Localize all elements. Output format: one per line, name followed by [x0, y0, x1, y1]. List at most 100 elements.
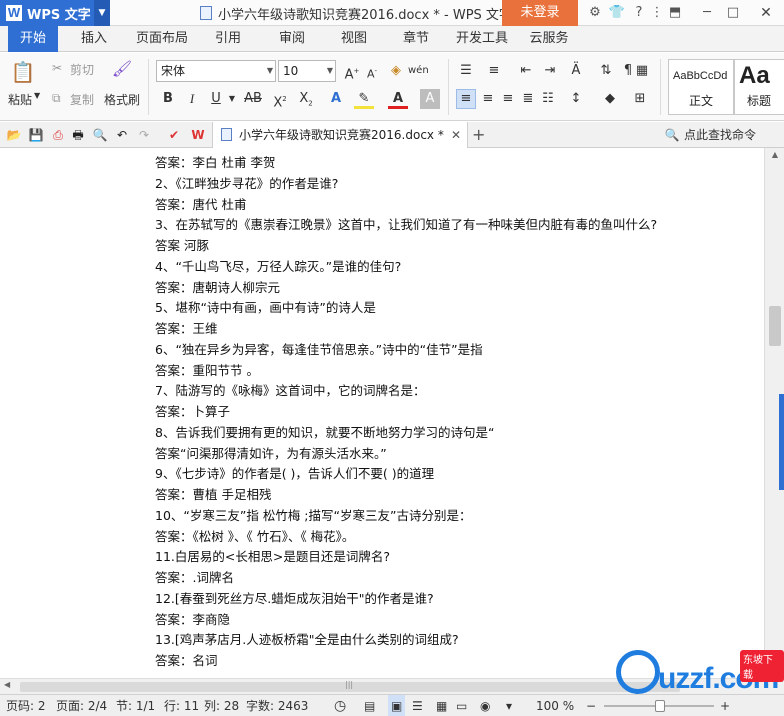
align-center-icon[interactable]: ≡: [478, 89, 498, 109]
tab-insert[interactable]: 插入: [72, 26, 116, 52]
tab-cloud[interactable]: 云服务: [524, 26, 574, 52]
status-page-no: 页码: 2: [6, 699, 46, 713]
shirt-icon[interactable]: 👕: [606, 0, 628, 26]
document-tab[interactable]: 小学六年级诗歌知识竞赛2016.docx * ✕: [212, 122, 468, 148]
align-right-icon[interactable]: ≡: [498, 89, 518, 109]
app-menu-button[interactable]: W WPS 文字 ▼: [0, 0, 110, 26]
ribbon: 📋 粘贴 ▼ ✂ 剪切 ⧉ 复制 🖌 格式刷 宋体 ▼ 10 ▼ A+ A- ◈…: [0, 53, 784, 121]
read-mode-icon[interactable]: ▭: [456, 695, 467, 716]
add-tab-icon[interactable]: +: [472, 122, 485, 148]
divider: [448, 59, 449, 115]
close-icon[interactable]: ✕: [748, 0, 784, 26]
numbered-list-icon[interactable]: ≡: [484, 61, 504, 81]
line-spacing-icon[interactable]: ↕: [566, 89, 586, 109]
document-page[interactable]: 答案：李白 杜甫 李贺 2、《江畔独步寻花》的作者是谁? 答案：唐代 杜甫 3、在苏轼…: [0, 148, 764, 678]
revision-icon[interactable]: ◷: [334, 695, 346, 716]
outline-view-icon[interactable]: ☰: [412, 695, 423, 716]
question-line: 6、“独在异乡为异客，每逢佳节倍思亲。”诗中的“佳节”是指: [155, 341, 483, 357]
tab-developer[interactable]: 开发工具: [452, 26, 512, 52]
find-command-input[interactable]: 点此查找命令: [684, 122, 756, 148]
scroll-thumb[interactable]: [769, 306, 781, 346]
copy-button[interactable]: 复制: [70, 91, 94, 108]
redo-icon[interactable]: ↷: [136, 127, 152, 143]
chevron-down-icon[interactable]: ▼: [94, 0, 110, 26]
tab-review[interactable]: 审阅: [272, 26, 312, 52]
format-painter-icon[interactable]: 🖌: [110, 59, 134, 83]
tab-references[interactable]: 引用: [208, 26, 248, 52]
cut-button[interactable]: 剪切: [70, 61, 94, 78]
tab-chapter[interactable]: 章节: [396, 26, 436, 52]
superscript-icon[interactable]: X2: [270, 89, 290, 110]
shrink-font-icon[interactable]: A-: [362, 61, 382, 81]
page-view-icon[interactable]: ▤: [364, 695, 375, 716]
format-painter-button[interactable]: 格式刷: [104, 91, 140, 108]
font-name-select[interactable]: 宋体 ▼: [156, 60, 276, 82]
justify-icon[interactable]: ≣: [518, 89, 538, 109]
minimize-icon[interactable]: ─: [696, 0, 718, 26]
decrease-indent-icon[interactable]: ⇤: [516, 61, 536, 81]
align-left-icon[interactable]: ≡: [456, 89, 476, 109]
tab-page-layout[interactable]: 页面布局: [132, 26, 192, 52]
save-icon[interactable]: 💾: [28, 127, 44, 143]
font-size-select[interactable]: 10 ▼: [278, 60, 336, 82]
shading-icon[interactable]: ◆: [600, 89, 620, 109]
open-folder-icon[interactable]: 📂: [6, 127, 22, 143]
clear-format-icon[interactable]: ◈: [386, 61, 406, 81]
increase-indent-icon[interactable]: ⇥: [540, 61, 560, 81]
zoom-level[interactable]: 100 %: [536, 695, 574, 716]
print-icon[interactable]: 🖶: [70, 127, 86, 143]
pin-icon[interactable]: ✔: [166, 127, 182, 143]
bold-icon[interactable]: B: [158, 89, 178, 109]
chinese-layout-icon[interactable]: A͏̈: [566, 61, 586, 81]
tab-home[interactable]: 开始: [8, 26, 58, 52]
answer-line: 答案“问渠那得清如许，为有源头活水来。”: [155, 445, 387, 461]
skin-icon[interactable]: ⚙: [584, 0, 606, 26]
search-icon[interactable]: 🔍: [664, 127, 680, 143]
document-tab-title: 小学六年级诗歌知识竞赛2016.docx *: [239, 128, 444, 142]
zoom-out-icon[interactable]: −: [586, 695, 596, 716]
paste-button[interactable]: 粘贴: [8, 91, 32, 108]
print-preview-icon[interactable]: 🔍: [92, 127, 108, 143]
sort-icon[interactable]: ⇅: [596, 61, 616, 81]
phonetic-guide-icon[interactable]: wén: [408, 61, 429, 81]
question-line: 3、在苏轼写的《惠崇春江晚景》这首中，让我们知道了有一种味美但内脏有毒的鱼叫什么…: [155, 217, 658, 233]
export-pdf-icon[interactable]: ⎙: [50, 127, 66, 143]
chevron-down-icon: ▼: [326, 66, 333, 75]
question-line: 2、《江畔独步寻花》的作者是谁?: [155, 175, 339, 191]
text-effect-icon[interactable]: A: [326, 89, 346, 109]
eye-protect-icon[interactable]: ◉: [480, 695, 490, 716]
close-tab-icon[interactable]: ✕: [451, 122, 461, 148]
undo-icon[interactable]: ↶: [114, 127, 130, 143]
highlight-icon[interactable]: ✎: [354, 89, 374, 109]
maximize-icon[interactable]: □: [722, 0, 744, 26]
vertical-scrollbar[interactable]: ▲ ▼: [764, 148, 784, 678]
paste-dropdown-icon[interactable]: ▼: [34, 91, 40, 100]
style-heading[interactable]: Aa 标题: [734, 59, 784, 115]
char-shading-icon[interactable]: A: [420, 89, 440, 109]
zoom-dropdown-icon[interactable]: ▾: [506, 695, 512, 716]
scroll-left-icon[interactable]: ◀: [4, 680, 10, 689]
answer-line: 答案：《松树 》、《 竹石》、《 梅花》。: [155, 528, 355, 544]
answer-line: 答案 河豚: [155, 238, 209, 253]
italic-icon[interactable]: I: [182, 89, 202, 109]
distributed-icon[interactable]: ☷: [538, 89, 558, 109]
border-icon[interactable]: ⊞: [630, 89, 650, 109]
wps-home-icon[interactable]: W: [190, 127, 206, 143]
bullet-list-icon[interactable]: ☰: [456, 61, 476, 81]
restore-ribbon-icon[interactable]: ⬒: [664, 0, 686, 26]
scroll-up-icon[interactable]: ▲: [765, 150, 784, 159]
paste-icon[interactable]: 📋: [10, 59, 36, 85]
web-view-icon[interactable]: ▦: [436, 695, 447, 716]
window-title-text: 小学六年级诗歌知识竞赛2016.docx * - WPS 文字: [218, 7, 512, 23]
font-color-icon[interactable]: A: [388, 89, 408, 109]
style-normal[interactable]: AaBbCcDd 正文: [668, 59, 734, 115]
grow-font-icon[interactable]: A+: [342, 61, 362, 82]
subscript-icon[interactable]: X2: [296, 89, 316, 109]
tab-view[interactable]: 视图: [334, 26, 374, 52]
table-icon[interactable]: ▦: [632, 61, 652, 81]
login-button[interactable]: 未登录: [502, 0, 578, 26]
strikethrough-icon[interactable]: AB: [240, 89, 266, 109]
print-layout-icon[interactable]: ▣: [388, 695, 406, 716]
answer-line: 答案：唐代 杜甫: [155, 196, 247, 212]
underline-dropdown-icon[interactable]: ▼: [222, 89, 242, 109]
